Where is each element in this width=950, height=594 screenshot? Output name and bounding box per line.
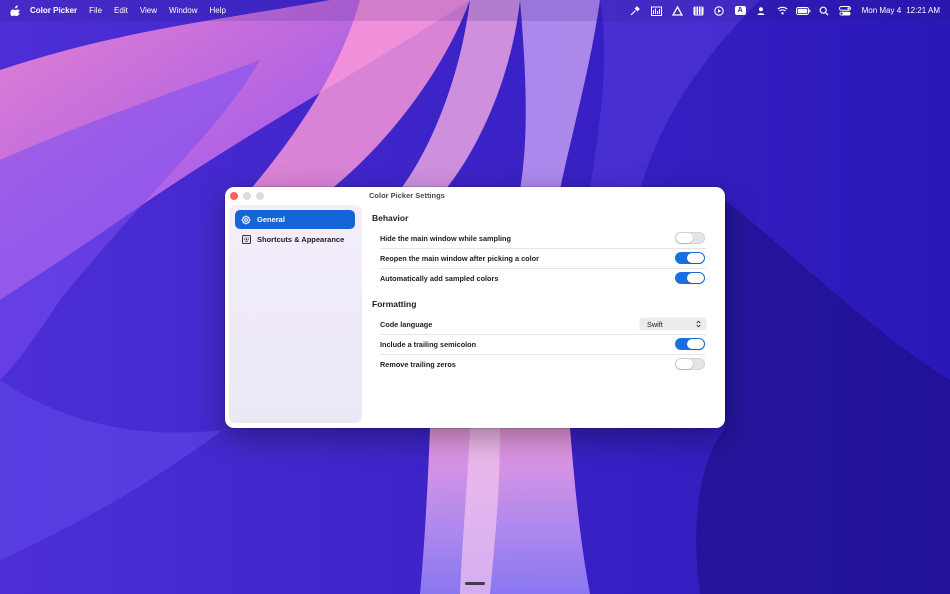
settings-window: Color Picker Settings General Shortcuts … — [225, 187, 725, 428]
menu-help[interactable]: Help — [209, 6, 225, 15]
setting-label: Reopen the main window after picking a c… — [380, 253, 539, 263]
auto-add-colors-toggle[interactable] — [675, 272, 705, 284]
setting-row-remove-trailing-zeros: Remove trailing zeros — [380, 354, 706, 374]
search-icon[interactable] — [814, 0, 835, 21]
toggle-knob — [676, 233, 693, 243]
setting-row-auto-add-colors: Automatically add sampled colors — [380, 268, 706, 288]
close-button[interactable] — [230, 192, 238, 200]
section-title-formatting: Formatting — [372, 299, 417, 309]
wifi-icon[interactable] — [772, 0, 793, 21]
trailing-semicolon-toggle[interactable] — [675, 338, 705, 350]
menu-file[interactable]: File — [89, 6, 102, 15]
keyboard-input-a-icon[interactable]: A — [730, 0, 751, 21]
audio-bars-icon[interactable] — [646, 0, 667, 21]
code-language-select[interactable]: Swift — [640, 318, 706, 330]
dock-handle[interactable] — [465, 582, 485, 585]
setting-label: Hide the main window while sampling — [380, 233, 511, 243]
remove-trailing-zeros-toggle[interactable] — [675, 358, 705, 370]
menu-view[interactable]: View — [140, 6, 157, 15]
setting-row-reopen-main-window: Reopen the main window after picking a c… — [380, 248, 706, 268]
setting-label: Include a trailing semicolon — [380, 339, 477, 349]
gear-icon — [241, 215, 251, 225]
setting-row-hide-main-window: Hide the main window while sampling — [380, 228, 706, 248]
eyedropper-icon[interactable] — [625, 0, 646, 21]
menu-app-name[interactable]: Color Picker — [30, 6, 77, 15]
setting-label: Automatically add sampled colors — [380, 273, 499, 283]
control-center-icon[interactable] — [835, 0, 856, 21]
person-icon[interactable] — [751, 0, 772, 21]
menu-edit[interactable]: Edit — [114, 6, 128, 15]
setting-row-trailing-semicolon: Include a trailing semicolon — [380, 334, 706, 354]
section-title-behavior: Behavior — [372, 213, 409, 223]
sidebar-item-label: Shortcuts & Appearance — [257, 235, 345, 244]
toggle-knob — [687, 273, 704, 283]
toggle-knob — [687, 339, 704, 349]
sidebar-item-general[interactable]: General — [235, 210, 355, 229]
input-source-label: A — [734, 6, 746, 15]
menubar-clock[interactable]: Mon May 4 12:21 AM — [862, 6, 940, 15]
apple-menu-icon[interactable] — [10, 5, 20, 16]
zoom-button[interactable] — [256, 192, 264, 200]
reopen-main-window-toggle[interactable] — [675, 252, 705, 264]
setting-row-code-language: Code language Swift — [380, 314, 706, 334]
triangle-app-icon[interactable] — [667, 0, 688, 21]
battery-icon[interactable] — [793, 0, 814, 21]
menubar-time: 12:21 AM — [906, 6, 940, 15]
chevron-up-down-icon — [695, 320, 701, 329]
sidebar-item-label: General — [257, 215, 285, 224]
code-language-value: Swift — [647, 319, 663, 329]
toggle-knob — [676, 359, 693, 369]
menubar-date: Mon May 4 — [861, 6, 902, 15]
piano-keys-icon[interactable] — [688, 0, 709, 21]
menu-window[interactable]: Window — [169, 6, 197, 15]
keyboard-icon — [241, 235, 251, 245]
play-circle-icon[interactable] — [709, 0, 730, 21]
sidebar-item-shortcuts-appearance[interactable]: Shortcuts & Appearance — [235, 230, 355, 249]
settings-sidebar: General Shortcuts & Appearance — [229, 205, 362, 423]
window-title: Color Picker Settings — [369, 191, 445, 200]
window-titlebar[interactable]: Color Picker Settings — [225, 187, 725, 205]
minimize-button[interactable] — [243, 192, 251, 200]
setting-label: Code language — [380, 319, 433, 329]
hide-main-window-toggle[interactable] — [675, 232, 705, 244]
menu-bar: Color Picker File Edit View Window Help … — [0, 0, 950, 21]
window-controls — [230, 192, 264, 200]
toggle-knob — [687, 253, 704, 263]
setting-label: Remove trailing zeros — [380, 359, 456, 369]
